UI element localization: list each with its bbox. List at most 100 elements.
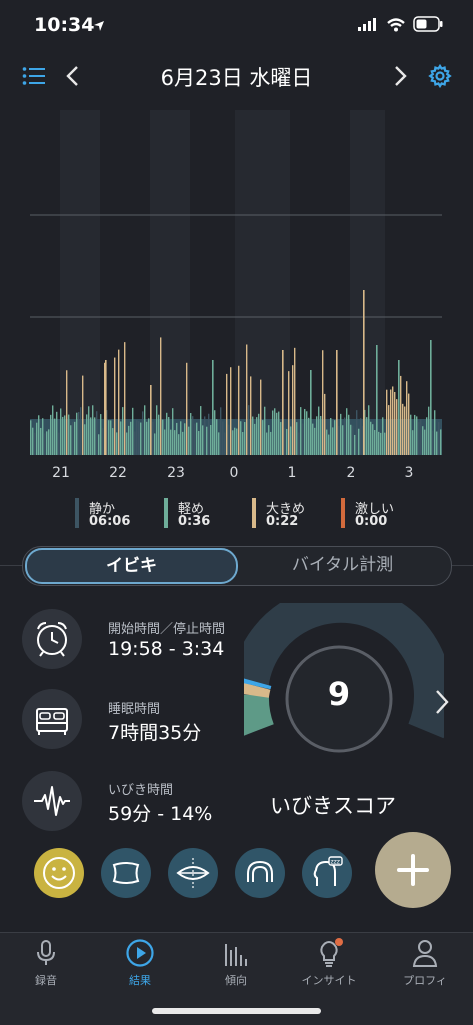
snore-bar	[298, 432, 300, 455]
snore-time-value: 59分 - 14%	[108, 803, 213, 825]
nav-results[interactable]: 結果	[100, 938, 180, 988]
snore-spike	[212, 360, 214, 455]
snore-bar	[388, 405, 390, 455]
add-button[interactable]	[375, 832, 451, 908]
mouthguard-icon	[247, 860, 273, 882]
snore-bar	[404, 406, 406, 455]
tab-snoring[interactable]: イビキ	[25, 548, 238, 584]
nav-profile-label: プロフィ	[403, 974, 447, 987]
alarm-clock-icon	[37, 622, 67, 657]
snore-spike	[363, 290, 365, 455]
snore-bar	[136, 420, 138, 455]
snore-bar	[48, 429, 50, 455]
home-indicator	[152, 1008, 321, 1014]
mouth-button[interactable]	[168, 848, 218, 898]
snore-bar	[346, 408, 348, 455]
snore-bar	[138, 421, 140, 455]
snore-bar	[416, 416, 418, 455]
snore-bar	[166, 412, 168, 455]
nav-trends[interactable]: 傾向	[196, 938, 276, 988]
x-tick-label: 3	[404, 465, 414, 481]
snore-bar	[366, 417, 368, 455]
snore-bar	[174, 430, 176, 455]
snore-bar	[316, 416, 318, 455]
person-icon	[412, 940, 438, 967]
snore-bar	[220, 407, 222, 455]
snore-bar	[144, 405, 146, 455]
snore-bar	[222, 421, 224, 455]
snore-bar	[176, 422, 178, 455]
snore-bar	[392, 386, 394, 455]
x-tick-label: 0	[229, 465, 239, 481]
nav-record-label: 録音	[35, 974, 57, 987]
snore-bar	[56, 411, 58, 455]
snore-bar	[374, 430, 376, 455]
snore-bar	[236, 428, 238, 455]
snore-bar	[108, 420, 110, 455]
snore-bar	[292, 365, 294, 455]
snore-bar	[244, 422, 246, 455]
snore-bar	[68, 414, 70, 455]
snore-bar	[248, 405, 250, 455]
snore-bar	[246, 344, 248, 455]
snore-bar	[256, 417, 258, 455]
snore-bar	[300, 407, 302, 455]
snore-bar	[194, 423, 196, 455]
snore-bar	[38, 415, 40, 455]
snore-bar	[352, 425, 354, 455]
pillow-icon	[112, 862, 140, 884]
tab-vitals[interactable]: バイタル計測	[240, 548, 445, 582]
snore-bar	[278, 411, 280, 455]
cellular-signal-icon	[358, 18, 376, 31]
svg-text:zzz: zzz	[331, 859, 340, 866]
snore-bar	[214, 410, 216, 455]
sleepy-head-button[interactable]: zzz	[302, 848, 352, 898]
snore-bar	[76, 412, 78, 455]
snore-bar	[302, 423, 304, 455]
snore-bar	[272, 410, 274, 455]
snore-bar	[186, 362, 188, 455]
snore-bar	[334, 420, 336, 455]
snore-bar	[162, 419, 164, 455]
snore-bar	[424, 429, 426, 455]
snore-bar	[332, 427, 334, 455]
notification-dot	[335, 938, 343, 946]
snore-bar	[390, 389, 392, 455]
snore-spike	[376, 345, 378, 455]
x-tick-label: 22	[109, 465, 127, 481]
snore-bar	[378, 431, 380, 455]
snore-bar	[122, 407, 124, 455]
legend-swatch	[252, 498, 256, 528]
score-chevron-right-icon[interactable]	[434, 688, 450, 716]
pillow-button[interactable]	[101, 848, 151, 898]
mood-button[interactable]	[34, 848, 84, 898]
lightbulb-icon	[320, 938, 343, 967]
nav-record[interactable]: 録音	[6, 938, 86, 988]
snore-bar	[180, 421, 182, 455]
nav-profile[interactable]: プロフィ	[385, 938, 465, 988]
snore-bar	[330, 418, 332, 455]
x-tick-label: 1	[287, 465, 297, 481]
snore-bar	[94, 417, 96, 455]
sleepy-head-icon: zzz	[313, 856, 343, 886]
snore-bar	[190, 413, 192, 455]
x-tick-label: 23	[167, 465, 185, 481]
snore-bar	[372, 424, 374, 455]
snore-bar	[242, 432, 244, 455]
snore-bar	[58, 432, 60, 455]
snore-bar	[358, 428, 360, 455]
snore-bar	[156, 405, 158, 455]
snore-bar	[306, 411, 308, 455]
snore-bar	[304, 408, 306, 455]
nav-insights[interactable]: インサイト	[289, 938, 369, 988]
mouthguard-button[interactable]	[235, 848, 285, 898]
snore-bar	[314, 427, 316, 455]
snore-bar	[434, 410, 436, 455]
legend-value: 0:00	[355, 514, 388, 529]
chart-band	[150, 110, 190, 455]
plus-icon	[397, 854, 429, 886]
snore-bar	[160, 337, 162, 455]
snore-spike	[150, 385, 152, 455]
snore-bar	[354, 434, 356, 455]
snore-bar	[66, 370, 68, 455]
